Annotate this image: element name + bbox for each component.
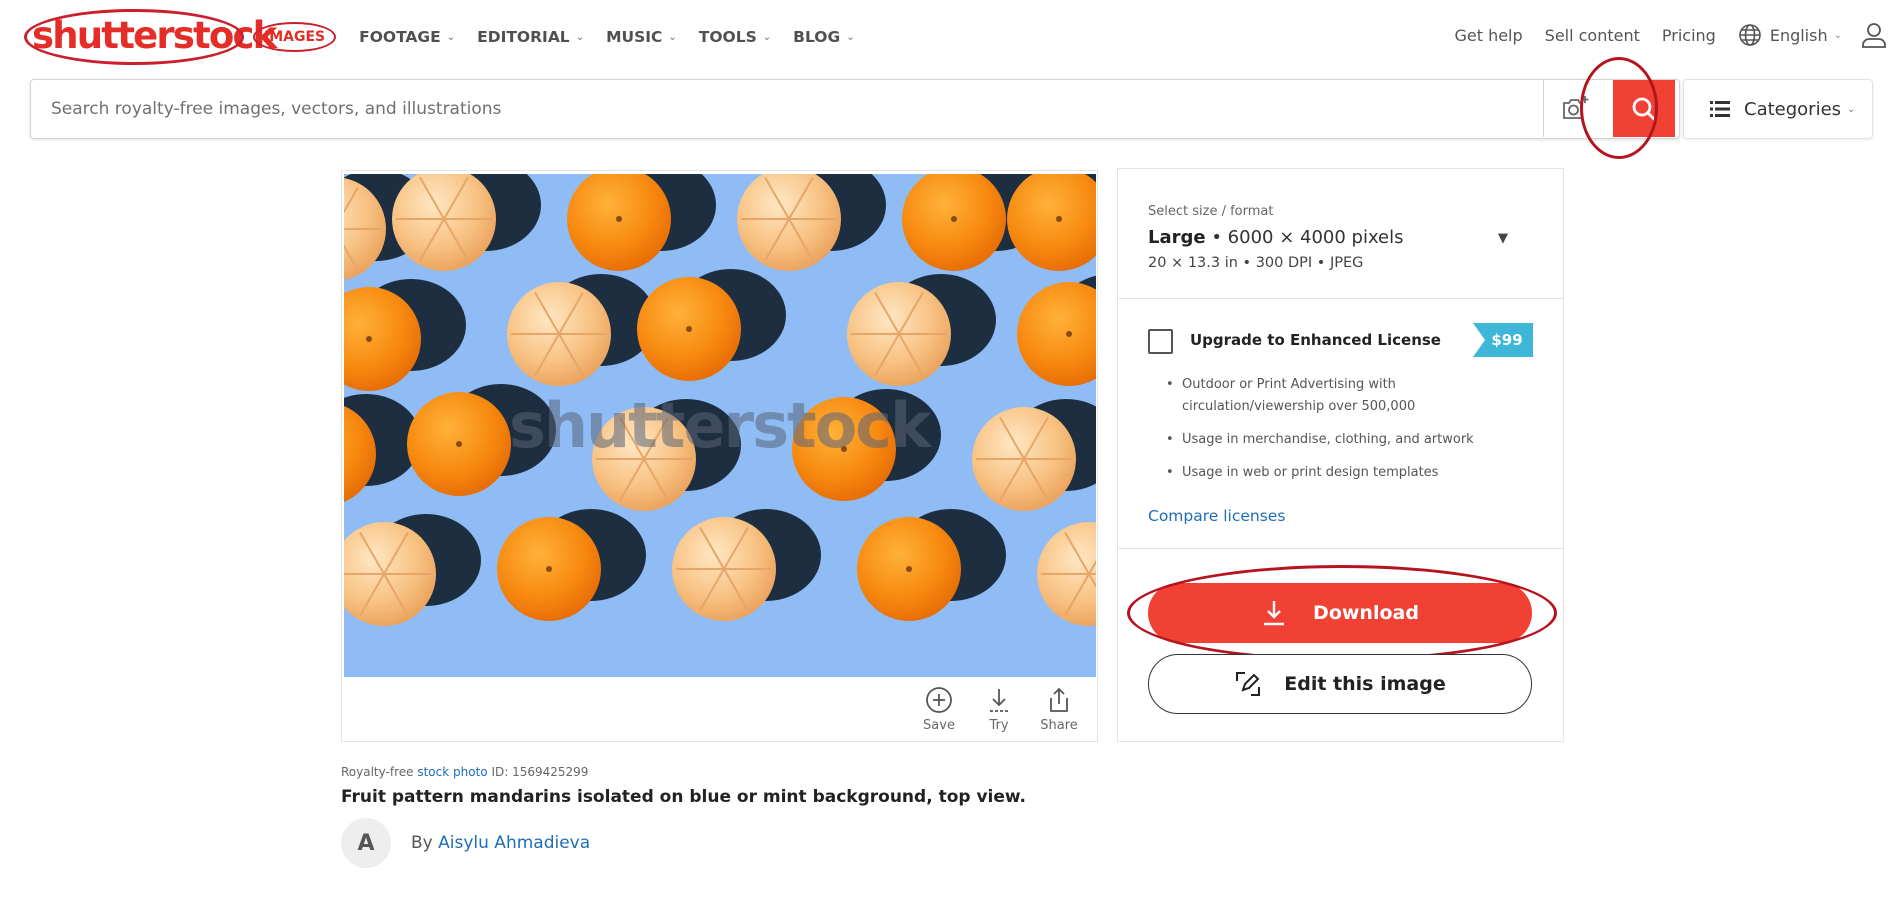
try-button[interactable]: Try	[969, 686, 1029, 733]
save-label: Save	[923, 718, 955, 733]
license-benefits: Outdoor or Print Advertising with circul…	[1166, 374, 1536, 495]
selected-size: Large • 6000 × 4000 pixels	[1148, 227, 1404, 248]
save-button[interactable]: Save	[909, 686, 969, 733]
nav-item-label: TOOLS	[698, 28, 757, 46]
nav-item-label: EDITORIAL	[477, 28, 570, 46]
size-selector[interactable]: Select size / format Large • 6000 × 4000…	[1118, 169, 1563, 299]
annotation-ring-images	[253, 22, 337, 52]
globe-icon	[1739, 24, 1761, 46]
chevron-down-icon: ⌄	[1847, 103, 1856, 115]
utility-nav: Get help Sell content Pricing English ⌄	[1454, 20, 1902, 50]
sell-content-link[interactable]: Sell content	[1545, 26, 1640, 45]
image-actions: Save Try Share	[909, 686, 1089, 733]
stock-photo[interactable]: shutterstock	[344, 174, 1096, 677]
price-badge: $99	[1473, 323, 1533, 357]
nav-item-images[interactable]: IMAGES	[253, 22, 337, 52]
nav-item-label: MUSIC	[606, 28, 663, 46]
download-label: Download	[1313, 602, 1419, 624]
list-item: Outdoor or Print Advertising with circul…	[1166, 374, 1536, 418]
license-panel: Select size / format Large • 6000 × 4000…	[1117, 168, 1564, 742]
action-buttons: Download Edit this image	[1118, 549, 1563, 741]
nav-item-footage[interactable]: FOOTAGE ⌄	[359, 28, 455, 46]
author-link[interactable]: Aisylu Ahmadieva	[438, 833, 590, 853]
download-icon	[990, 689, 1008, 712]
share-button[interactable]: Share	[1029, 686, 1089, 733]
mandarin	[1007, 174, 1096, 271]
nav-item-music[interactable]: MUSIC ⌄	[606, 28, 677, 46]
main-nav: IMAGES FOOTAGE ⌄ EDITORIAL ⌄ MUSIC ⌄ TOOLS ⌄…	[253, 22, 877, 52]
image-meta: Royalty-free stock photo ID: 1569425299	[341, 765, 588, 779]
share-label: Share	[1040, 718, 1078, 733]
watermark: shutterstock	[509, 389, 931, 462]
nav-item-label: FOOTAGE	[359, 28, 441, 46]
peeled-mandarin	[392, 174, 496, 271]
top-navigation: shutterstock IMAGES FOOTAGE ⌄ EDITORIAL ⌄ …	[0, 0, 1902, 72]
chevron-down-icon: ⌄	[846, 31, 855, 43]
compare-licenses-link[interactable]: Compare licenses	[1148, 507, 1285, 525]
list-item: Usage in web or print design templates	[1166, 462, 1536, 484]
nav-item-tools[interactable]: TOOLS ⌄	[699, 28, 771, 46]
stock-photo-link[interactable]: stock photo	[417, 765, 487, 779]
nav-item-blog[interactable]: BLOG ⌄	[793, 28, 854, 46]
search-icon	[1632, 97, 1656, 121]
nav-item-editorial[interactable]: EDITORIAL ⌄	[477, 28, 584, 46]
avatar[interactable]: A	[341, 818, 391, 868]
annotation-ring-logo	[24, 9, 244, 65]
camera-icon	[1563, 96, 1589, 119]
language-selector[interactable]: English ⌄	[1738, 23, 1842, 47]
enhanced-license-label[interactable]: Upgrade to Enhanced License	[1190, 331, 1441, 349]
categories-label: Categories	[1744, 98, 1842, 120]
chevron-down-icon: ⌄	[446, 31, 456, 43]
chevron-down-icon: ⌄	[1833, 29, 1842, 41]
mandarin	[1017, 282, 1096, 386]
download-icon	[1264, 601, 1285, 626]
chevron-down-icon: ⌄	[575, 31, 585, 43]
by-label: By	[411, 833, 433, 853]
size-details: 20 × 13.3 in • 300 DPI • JPEG	[1148, 255, 1364, 271]
image-id: ID: 1569425299	[491, 765, 589, 779]
search-input[interactable]	[51, 80, 1551, 137]
size-name: Large	[1148, 227, 1206, 248]
nav-item-label: BLOG	[793, 28, 841, 46]
language-label: English	[1769, 25, 1828, 45]
caret-down-icon[interactable]: ▼	[1498, 231, 1508, 246]
search-bar	[30, 79, 1680, 139]
size-dimensions: • 6000 × 4000 pixels	[1211, 227, 1404, 248]
list-icon	[1710, 101, 1730, 117]
search-button[interactable]	[1613, 80, 1675, 137]
user-icon[interactable]	[1860, 21, 1888, 49]
try-label: Try	[989, 718, 1009, 733]
image-title: Fruit pattern mandarins isolated on blue…	[341, 787, 1026, 807]
edit-label: Edit this image	[1284, 673, 1446, 695]
enhanced-license-checkbox[interactable]	[1148, 329, 1173, 354]
image-preview-card: shutterstock Save Try Share	[341, 170, 1098, 742]
pricing-link[interactable]: Pricing	[1662, 26, 1716, 45]
author-row: A By Aisylu Ahmadieva	[341, 818, 590, 868]
enhanced-license-section: Upgrade to Enhanced License $99 Outdoor …	[1118, 299, 1563, 549]
chevron-down-icon: ⌄	[668, 31, 677, 43]
plus-circle-icon	[926, 687, 952, 713]
chevron-down-icon: ⌄	[762, 31, 772, 43]
download-button[interactable]: Download	[1148, 583, 1532, 643]
categories-button[interactable]: Categories ⌄	[1683, 79, 1873, 139]
list-item: Usage in merchandise, clothing, and artw…	[1166, 429, 1536, 451]
royalty-free-label: Royalty-free	[341, 765, 414, 779]
author-credit: By Aisylu Ahmadieva	[411, 833, 590, 853]
edit-icon	[1236, 672, 1261, 696]
mandarin	[567, 174, 671, 271]
get-help-link[interactable]: Get help	[1454, 26, 1522, 45]
share-icon	[1050, 687, 1068, 712]
peeled-mandarin	[737, 174, 841, 271]
mandarin	[902, 174, 1006, 271]
shutterstock-logo[interactable]: shutterstock	[24, 9, 277, 65]
edit-image-button[interactable]: Edit this image	[1148, 654, 1532, 714]
search-divider	[1543, 80, 1544, 137]
size-format-label: Select size / format	[1148, 204, 1274, 219]
search-by-image-button[interactable]	[1561, 94, 1593, 124]
